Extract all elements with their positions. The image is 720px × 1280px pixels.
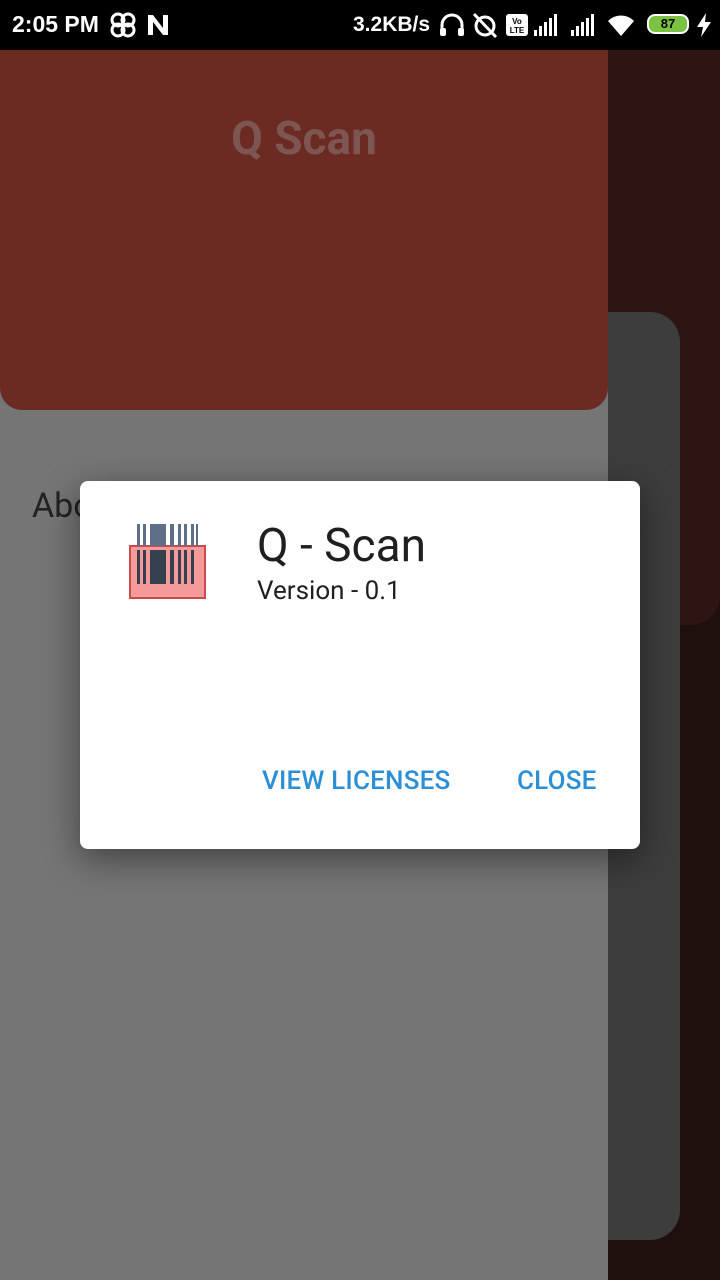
signal-icon (534, 14, 557, 36)
close-button[interactable]: CLOSE (517, 766, 597, 796)
fan-icon (110, 12, 136, 38)
view-licenses-button[interactable]: VIEW LICENSES (262, 766, 450, 796)
status-time: 2:05 PM (12, 11, 99, 37)
hero-header: Q Scan (0, 50, 608, 410)
alarm-off-icon (472, 12, 498, 39)
signal-icon (571, 14, 594, 36)
app-version: Version - 0.1 (257, 576, 401, 606)
battery-icon: 87 (647, 14, 689, 34)
status-bar: 2:05 PM 3.2KB/s Vo LTE 87 (0, 0, 720, 50)
svg-text:Vo: Vo (512, 17, 522, 26)
about-dialog: Q - Scan Version - 0.1 VIEW LICENSES CLO… (80, 481, 640, 849)
network-speed: 3.2KB/s (353, 13, 431, 36)
hero-title: Q Scan (231, 112, 377, 166)
barcode-icon (129, 524, 206, 599)
dialog-title: Q - Scan (257, 519, 426, 573)
svg-text:LTE: LTE (510, 26, 525, 35)
headset-icon (440, 13, 464, 36)
wifi-icon (608, 15, 634, 36)
charging-icon (697, 13, 711, 37)
n-icon (148, 15, 168, 35)
